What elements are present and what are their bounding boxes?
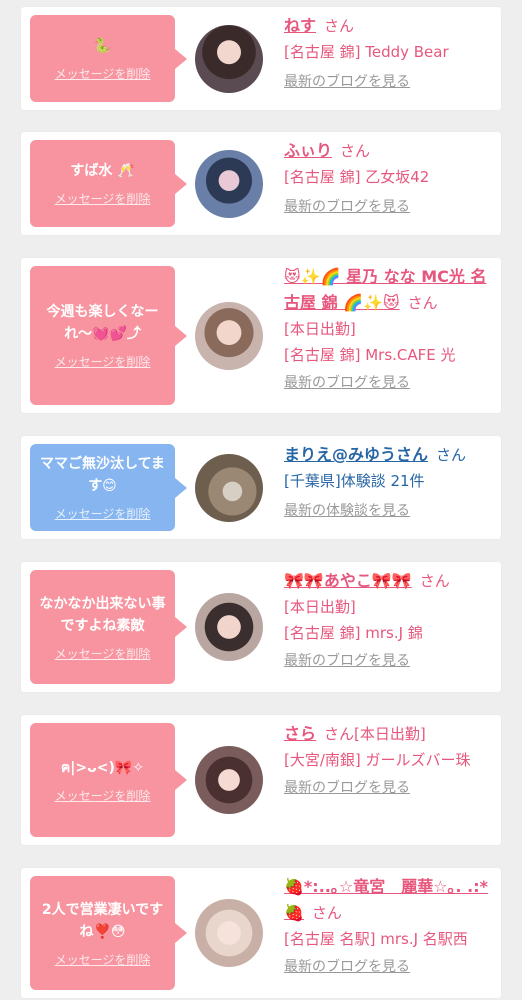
shop-tag: [名古屋 名駅] mrs.J 名駅西 xyxy=(284,930,468,948)
shop-tag: [名古屋 錦] Teddy Bear xyxy=(284,43,449,61)
avatar[interactable] xyxy=(195,25,263,93)
user-name-link[interactable]: 😻✨🌈 星乃 なな MC光 名古屋 錦 🌈✨😻 xyxy=(284,267,486,312)
honorific: さん xyxy=(324,725,355,743)
shop-tag: [名古屋 錦] 乙女坂42 xyxy=(284,168,430,186)
avatar[interactable] xyxy=(195,899,263,967)
latest-blog-link[interactable]: 最新のブログを見る xyxy=(284,954,496,980)
delete-message-link[interactable]: メッセージを削除 xyxy=(55,65,151,82)
user-name-link[interactable]: ねす xyxy=(284,16,316,35)
message-bubble: ฅ|>ᴗ<)🎀✧ メッセージを削除 xyxy=(30,723,187,837)
review-count: [千葉県]体験談 21件 xyxy=(284,472,425,490)
honorific: さん xyxy=(436,446,467,464)
honorific: さん xyxy=(324,17,355,35)
delete-message-link[interactable]: メッセージを削除 xyxy=(55,353,151,370)
avatar[interactable] xyxy=(195,593,263,661)
user-info: さら さん[本日出勤] [大宮/南銀] ガールズバー珠 最新のブログを見る xyxy=(284,721,496,801)
user-name-link[interactable]: さら xyxy=(284,724,316,743)
delete-message-link[interactable]: メッセージを削除 xyxy=(55,190,151,207)
message-text: 2人で営業凄いですね❣️😳 xyxy=(41,901,164,940)
message-card: 🐍 メッセージを削除 ねす さん [名古屋 錦] Teddy Bear 最新のブロ… xyxy=(21,7,501,110)
avatar[interactable] xyxy=(195,746,263,814)
latest-blog-link[interactable]: 最新のブログを見る xyxy=(284,69,496,95)
avatar[interactable] xyxy=(195,150,263,218)
user-info: 🍓*:..｡☆竜宮 麗華☆｡. .:*🍓 さん [名古屋 名駅] mrs.J 名駅… xyxy=(284,874,496,980)
honorific: さん xyxy=(407,294,438,312)
latest-blog-link[interactable]: 最新のブログを見る xyxy=(284,194,496,220)
user-info: ねす さん [名古屋 錦] Teddy Bear 最新のブログを見る xyxy=(284,13,496,95)
latest-blog-link[interactable]: 最新のブログを見る xyxy=(284,370,496,396)
user-name-link[interactable]: まりえ@みゆうさん xyxy=(284,445,428,464)
work-status: [本日出勤] xyxy=(284,320,356,338)
shop-tag: [名古屋 錦] mrs.J 錦 xyxy=(284,624,423,642)
message-bubble: すば水 🥂 メッセージを削除 xyxy=(30,140,187,227)
latest-blog-link[interactable]: 最新のブログを見る xyxy=(284,775,496,801)
message-bubble: なかなか出来ない事ですよね素敵 メッセージを削除 xyxy=(30,570,187,684)
message-bubble: 🐍 メッセージを削除 xyxy=(30,15,187,102)
user-name-link[interactable]: 🎀🎀あやこ🎀🎀 xyxy=(284,571,412,590)
message-bubble: 2人で営業凄いですね❣️😳 メッセージを削除 xyxy=(30,876,187,990)
message-card: 今週も楽しくなーれ〜💓💕⤴︎ メッセージを削除 😻✨🌈 星乃 なな MC光 名古… xyxy=(21,258,501,413)
work-status: [本日出勤] xyxy=(354,725,426,743)
delete-message-link[interactable]: メッセージを削除 xyxy=(55,787,151,804)
message-card: ฅ|>ᴗ<)🎀✧ メッセージを削除 さら さん[本日出勤] [大宮/南銀] ガール… xyxy=(21,715,501,845)
shop-tag: [名古屋 錦] Mrs.CAFE 光 xyxy=(284,346,456,364)
message-card: すば水 🥂 メッセージを削除 ふぃり さん [名古屋 錦] 乙女坂42 最新のブロ… xyxy=(21,132,501,235)
message-text: 今週も楽しくなーれ〜💓💕⤴︎ xyxy=(46,304,159,342)
delete-message-link[interactable]: メッセージを削除 xyxy=(55,505,151,522)
user-info: まりえ@みゆうさん さん [千葉県]体験談 21件 最新の体験談を見る xyxy=(284,442,496,524)
user-info: 🎀🎀あやこ🎀🎀 さん [本日出勤] [名古屋 錦] mrs.J 錦 最新のブログを… xyxy=(284,568,496,674)
latest-blog-link[interactable]: 最新のブログを見る xyxy=(284,648,496,674)
user-info: ふぃり さん [名古屋 錦] 乙女坂42 最新のブログを見る xyxy=(284,138,496,220)
avatar[interactable] xyxy=(195,302,263,370)
honorific: さん xyxy=(311,904,342,922)
message-card: ママご無沙汰してます😊 メッセージを削除 まりえ@みゆうさん さん [千葉県]体験… xyxy=(21,436,501,539)
avatar[interactable] xyxy=(195,454,263,522)
message-list: 🐍 メッセージを削除 ねす さん [名古屋 錦] Teddy Bear 最新のブロ… xyxy=(0,0,522,1000)
message-card: 2人で営業凄いですね❣️😳 メッセージを削除 🍓*:..｡☆竜宮 麗華☆｡. .… xyxy=(21,868,501,998)
message-card: なかなか出来ない事ですよね素敵 メッセージを削除 🎀🎀あやこ🎀🎀 さん [本日出勤… xyxy=(21,562,501,692)
message-text: ฅ|>ᴗ<)🎀✧ xyxy=(60,759,145,776)
message-text: すば水 🥂 xyxy=(70,163,135,179)
message-text: 🐍 xyxy=(93,38,112,54)
user-info: 😻✨🌈 星乃 なな MC光 名古屋 錦 🌈✨😻 さん [本日出勤] [名古屋 錦]… xyxy=(284,264,496,396)
honorific: さん xyxy=(340,142,371,160)
honorific: さん xyxy=(419,572,450,590)
message-text: ママご無沙汰してます😊 xyxy=(40,456,165,494)
user-name-link[interactable]: ふぃり xyxy=(284,141,332,160)
delete-message-link[interactable]: メッセージを削除 xyxy=(55,951,151,968)
delete-message-link[interactable]: メッセージを削除 xyxy=(55,645,151,662)
work-status: [本日出勤] xyxy=(284,598,356,616)
latest-review-link[interactable]: 最新の体験談を見る xyxy=(284,498,496,524)
message-bubble: ママご無沙汰してます😊 メッセージを削除 xyxy=(30,444,187,531)
message-bubble: 今週も楽しくなーれ〜💓💕⤴︎ メッセージを削除 xyxy=(30,266,187,405)
message-text: なかなか出来ない事ですよね素敵 xyxy=(39,595,166,634)
shop-tag: [大宮/南銀] ガールズバー珠 xyxy=(284,751,471,769)
